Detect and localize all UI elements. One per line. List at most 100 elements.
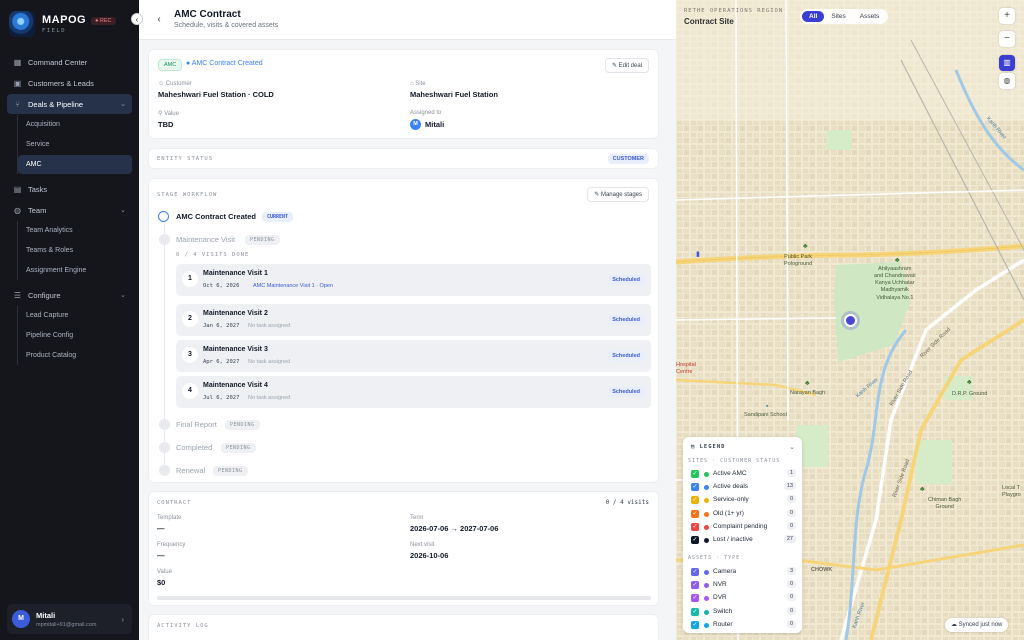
legend-row[interactable]: ✓ Old (1+ yr) 0 <box>691 508 796 519</box>
edit-deal-button[interactable]: ✎ Edit deal <box>604 58 649 73</box>
visit-status-badge: Scheduled <box>607 275 645 285</box>
chevron-down-icon[interactable]: ⌄ <box>789 443 795 451</box>
sidebar-item-tasks[interactable]: ▤ Tasks <box>7 179 132 199</box>
legend-row[interactable]: ✓ Active deals 13 <box>691 482 796 492</box>
map-filter-sites[interactable]: Sites <box>824 11 852 22</box>
legend-row[interactable]: ✓ DVR 0 <box>691 593 796 603</box>
sidebar-collapse-button[interactable]: ‹ <box>131 13 143 25</box>
globe-icon[interactable]: ◍ <box>999 73 1015 89</box>
checkbox[interactable]: ✓ <box>691 522 699 531</box>
map-filter-all[interactable]: All <box>802 11 825 22</box>
legend-row[interactable]: ✓ Service-only 0 <box>691 495 796 505</box>
stage-name[interactable]: Renewal <box>176 466 205 475</box>
visits-done-label: 0 / 4 VISITS DONE <box>176 252 250 258</box>
legend-label: Complaint pending <box>713 522 768 530</box>
assignee-avatar: M <box>410 119 421 130</box>
sidebar-item-acquisition[interactable]: Acquisition <box>18 115 132 134</box>
visit-title: Maintenance Visit 4 <box>203 382 268 389</box>
legend-color-dot <box>704 498 709 504</box>
brand-sub: FIELD <box>42 28 67 34</box>
grid-icon: ▦ <box>13 57 22 67</box>
school-icon: ▪ <box>766 403 769 410</box>
visit-date: Oct 6, 2026 <box>203 283 240 289</box>
manage-stages-button[interactable]: ✎ Manage stages <box>587 187 649 202</box>
checkbox[interactable]: ✓ <box>691 594 699 603</box>
checkbox[interactable]: ✓ <box>691 607 699 616</box>
map-panel[interactable]: RETHE OPERATIONS REGION Contract Site Al… <box>676 0 1024 640</box>
visit-date: Apr 6, 2027 <box>203 359 240 365</box>
zoom-in-button[interactable]: + <box>999 8 1015 24</box>
map-label-narayan: Narayan Bagh <box>790 390 826 396</box>
legend-row[interactable]: ✓ Camera 3 <box>691 567 796 577</box>
sidebar-item-lead-capture[interactable]: Lead Capture <box>18 306 132 325</box>
user-menu[interactable]: M Mitali mpmitali+91@gmail.com › <box>7 604 132 634</box>
stage-name[interactable]: Final Report <box>176 420 217 429</box>
stage-badge: PENDING <box>245 235 280 245</box>
brand[interactable]: MAPOG ● REC FIELD <box>9 11 116 37</box>
sidebar-item-amc[interactable]: AMC <box>18 155 132 174</box>
back-button[interactable]: ‹ <box>151 12 167 28</box>
stage-name[interactable]: Completed <box>176 443 212 452</box>
legend-row[interactable]: ✓ Switch 0 <box>691 606 796 617</box>
sidebar-item-customers[interactable]: ▣ Customers & Leads <box>7 73 132 93</box>
legend-label: DVR <box>713 594 727 602</box>
sidebar-item-team[interactable]: ◍ Team ⌄ <box>7 200 132 220</box>
stage-dot <box>159 234 170 245</box>
sidebar-item-command-center[interactable]: ▦ Command Center <box>7 52 132 72</box>
sidebar: MAPOG ● REC FIELD ▦ Command Center ▣ Custom… <box>0 0 139 640</box>
legend-color-dot <box>704 538 709 543</box>
assigned-value[interactable]: M Mitali <box>410 119 444 130</box>
sidebar-item-product-catalog[interactable]: Product Catalog <box>18 346 132 365</box>
legend-row[interactable]: ✓ Complaint pending 0 <box>691 521 796 532</box>
checkbox[interactable]: ✓ <box>691 536 699 544</box>
entity-status-card: ENTITY STATUS CUSTOMER <box>148 148 659 169</box>
sidebar-item-deals[interactable]: ⑂ Deals & Pipeline ⌄ <box>7 94 132 114</box>
stage-name[interactable]: Maintenance Visit <box>176 235 235 244</box>
visit-row[interactable]: 1 Maintenance Visit 1 Oct 6, 2026 AMC Ma… <box>176 264 651 296</box>
map-layer-icon[interactable]: ▥ <box>999 55 1015 71</box>
next-visit-label: Next visit <box>410 542 435 548</box>
sidebar-item-assignment-engine[interactable]: Assignment Engine <box>18 261 132 280</box>
value-label: ⚲ Value <box>158 111 179 117</box>
entity-status-badge: CUSTOMER <box>607 154 649 164</box>
legend-row[interactable]: ✓ NVR 0 <box>691 580 796 590</box>
next-visit-value: 2026-10-06 <box>410 551 449 560</box>
checkbox[interactable]: ✓ <box>691 568 699 576</box>
legend-count: 3 <box>786 567 796 575</box>
legend-color-dot <box>704 511 709 517</box>
map-filter-assets[interactable]: Assets <box>853 11 887 22</box>
stage-workflow-label: STAGE WORKFLOW <box>157 192 218 198</box>
team-submenu: Team Analytics Teams & Roles Assignment … <box>17 221 132 280</box>
legend-row[interactable]: ✓ Router 0 <box>691 619 796 630</box>
checkbox[interactable]: ✓ <box>691 470 699 478</box>
sidebar-item-configure[interactable]: ☰ Configure ⌄ <box>7 285 132 305</box>
customer-value[interactable]: Maheshwari Fuel Station · COLD <box>158 90 274 99</box>
contract-site-marker[interactable] <box>844 314 857 327</box>
activity-log-card: ACTIVITY LOG <box>148 614 659 640</box>
zoom-out-button[interactable]: − <box>999 31 1015 47</box>
legend-row[interactable]: ✓ Active AMC 1 <box>691 469 796 479</box>
checkbox[interactable]: ✓ <box>691 496 699 505</box>
sidebar-item-service[interactable]: Service <box>18 135 132 154</box>
chevron-down-icon: ⌄ <box>120 101 126 108</box>
avatar: M <box>12 610 30 628</box>
stage-name[interactable]: AMC Contract Created <box>176 212 256 221</box>
legend-count: 0 <box>786 521 796 530</box>
map-region-label: RETHE OPERATIONS REGION <box>684 8 784 14</box>
visit-task-link[interactable]: AMC Maintenance Visit 1 · Open <box>253 283 333 289</box>
checkbox[interactable]: ✓ <box>691 620 699 629</box>
visit-row[interactable]: 2 Maintenance Visit 2 Jan 6, 2027 No tas… <box>176 304 651 336</box>
site-value[interactable]: Maheshwari Fuel Station <box>410 90 498 99</box>
fuel-icon: ▮ <box>696 251 700 258</box>
sidebar-item-pipeline-config[interactable]: Pipeline Config <box>18 326 132 345</box>
legend-row[interactable]: ✓ Lost / inactive 27 <box>691 535 796 545</box>
sidebar-item-teams-roles[interactable]: Teams & Roles <box>18 241 132 260</box>
legend-title[interactable]: ▤ LEGEND <box>691 444 726 450</box>
sidebar-item-team-analytics[interactable]: Team Analytics <box>18 221 132 240</box>
visit-row[interactable]: 3 Maintenance Visit 3 Apr 6, 2027 No tas… <box>176 340 651 372</box>
checkbox[interactable]: ✓ <box>691 581 699 590</box>
page-header: ‹ AMC Contract Schedule, visits & covere… <box>139 0 676 40</box>
checkbox[interactable]: ✓ <box>691 509 699 518</box>
checkbox[interactable]: ✓ <box>691 483 699 492</box>
visit-row[interactable]: 4 Maintenance Visit 4 Jul 6, 2027 No tas… <box>176 376 651 408</box>
